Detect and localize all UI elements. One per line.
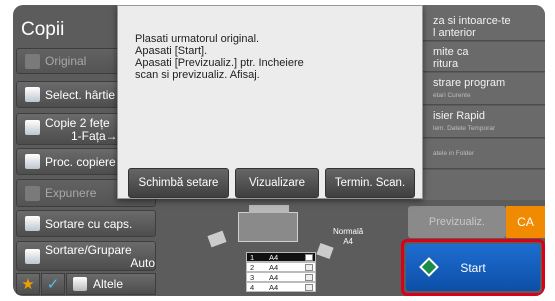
preview-scan-button[interactable]: Vizualizare	[235, 168, 319, 198]
finish-scan-button[interactable]: Termin. Scan.	[325, 168, 415, 198]
back-to-previous-item[interactable]: za si intoarce-te l anterior	[411, 5, 545, 41]
scan-dialog: Plasati urmatorul original. Apasati [Sta…	[117, 5, 423, 199]
quick-file-sub: lem. Datele Temporar	[433, 125, 496, 132]
sort-icon	[25, 249, 40, 264]
preview-label: Previzualiz.	[428, 216, 486, 228]
register-program-item[interactable]: strare program etari Curente	[411, 73, 545, 105]
output-info: Normală A4	[333, 227, 363, 247]
register-program-sub: etari Curente	[433, 92, 471, 99]
ca-button[interactable]: CA	[506, 206, 545, 238]
tray-2[interactable]: 2 A4	[246, 262, 316, 272]
start-icon	[419, 257, 439, 277]
quick-file-label: isier Rapid	[433, 110, 485, 122]
copy-screen: Copii Original Select. hârtie Copie 2 fe…	[13, 5, 545, 296]
exposure-icon	[25, 185, 40, 201]
change-settings-button[interactable]: Schimbă setare	[128, 168, 229, 198]
star-icon: ★	[21, 276, 35, 293]
check-button[interactable]: ✓	[41, 273, 65, 295]
sort-group-button[interactable]: Sortare/Grupare Auto	[16, 241, 156, 271]
back-line1: za si intoarce-te	[433, 15, 511, 27]
folder-item[interactable]: atele in Folder	[411, 139, 545, 169]
checkmark-icon: ✓	[46, 276, 60, 293]
folder-sub: atele in Folder	[433, 150, 475, 157]
start-highlight: Start	[401, 239, 545, 296]
staple-sort-label: Sortare cu caps.	[45, 216, 133, 231]
copy-mode-icon	[25, 154, 40, 169]
staple-icon	[25, 216, 40, 231]
send-line2: ritura	[433, 58, 459, 70]
copier-illustration	[238, 205, 298, 242]
send-line1: mite ca	[433, 46, 469, 58]
dialog-line-4: scan si previzualiz. Afisaj.	[135, 69, 260, 81]
paper-icon	[25, 87, 40, 102]
others-icon	[73, 277, 87, 291]
output-mode: Normală	[333, 227, 364, 236]
dialog-line-1: Plasati urmatorul original.	[135, 33, 260, 45]
original-icon	[25, 53, 40, 69]
staple-sort-button[interactable]: Sortare cu caps.	[16, 210, 156, 237]
exposure-label: Expunere	[45, 186, 97, 200]
output-paper: A4	[343, 237, 354, 246]
dialog-message: Plasati urmatorul original. Apasati [Sta…	[135, 33, 304, 81]
send-as-item[interactable]: mite ca ritura	[411, 42, 545, 72]
others-label: Altele	[93, 277, 124, 291]
dialog-line-3: Apasati [Previzualiz.] ptr. Incheiere	[135, 57, 304, 69]
preview-button[interactable]: Previzualiz.	[408, 206, 506, 238]
back-line2: l anterior	[433, 27, 476, 39]
sort-group-value: Auto	[130, 256, 155, 270]
right-panel-empty	[411, 170, 545, 200]
duplex-copy-value: 1-Fața→1	[71, 129, 125, 143]
duplex-icon	[25, 120, 40, 135]
tray-4[interactable]: 4 A4	[246, 282, 316, 292]
dialog-line-2: Apasati [Start].	[135, 45, 208, 57]
ca-label: CA	[517, 215, 534, 229]
output-document-icon	[316, 242, 334, 260]
quick-file-item[interactable]: isier Rapid lem. Datele Temporar	[411, 106, 545, 138]
favorite-button[interactable]: ★	[16, 273, 40, 295]
register-program-label: strare program	[433, 77, 506, 89]
start-button[interactable]: Start	[406, 244, 540, 291]
page-title: Copii	[21, 19, 65, 40]
original-document-icon	[207, 230, 227, 248]
tray-3[interactable]: 3 A4	[246, 272, 316, 282]
paper-select-label: Select. hârtie	[45, 87, 116, 102]
paper-trays: 1 A4 2 A4 3 A4 4 A4	[246, 252, 316, 292]
tray-1[interactable]: 1 A4	[246, 252, 316, 262]
others-button[interactable]: Altele	[66, 273, 156, 295]
copy-mode-label: Proc. copiere	[45, 154, 116, 169]
original-label: Original	[45, 54, 87, 68]
start-label: Start	[460, 260, 486, 275]
